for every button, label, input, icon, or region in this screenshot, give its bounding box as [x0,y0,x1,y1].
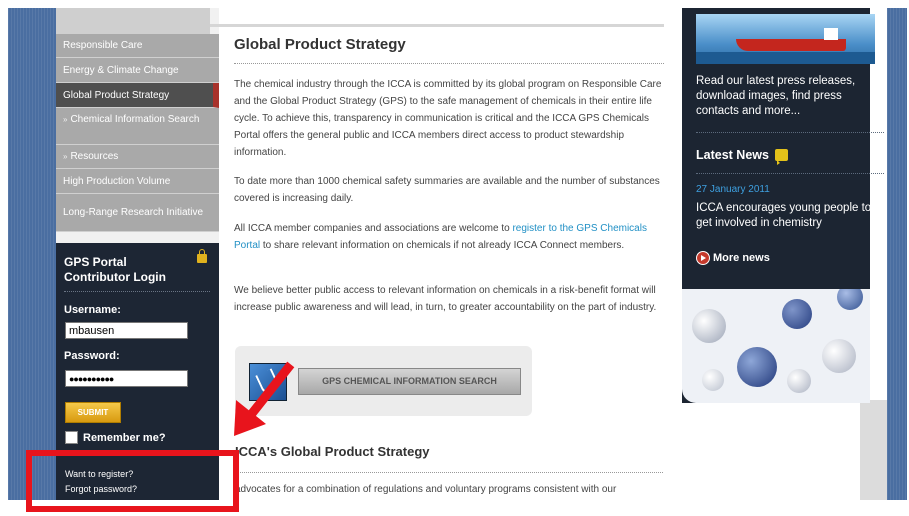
lock-icon [197,249,207,263]
sea [696,52,875,64]
sidebar-header [56,8,210,34]
login-title: GPS Portal Contributor Login [64,255,166,285]
annotation-arrow [234,361,295,436]
remember-checkbox[interactable] [65,431,78,444]
gps-search-button[interactable]: GPS CHEMICAL INFORMATION SEARCH [298,368,521,395]
arrow-shaft [243,361,295,423]
paragraph-text: All ICCA member companies and associatio… [234,223,513,234]
content-gutter [664,8,682,500]
nav-item-responsible-care[interactable]: Responsible Care [56,34,219,58]
submit-button[interactable]: SUBMIT [65,402,121,423]
ship-image[interactable] [696,14,875,64]
atom [692,309,726,343]
login-title-line2: Contributor Login [64,270,166,284]
username-field[interactable] [65,322,188,339]
background-stripe-right [887,8,907,500]
arrow-circle-icon [696,251,710,265]
paragraph-intro: The chemical industry through the ICCA i… [234,79,662,158]
speech-bubble-icon [774,149,788,165]
section-heading: ICCA's Global Product Strategy [235,444,663,473]
password-label: Password: [64,350,120,362]
annotation-highlight-box [26,450,239,512]
nav-item-global-product-strategy[interactable]: Global Product Strategy [56,83,219,108]
nav-item-chemical-info-search[interactable]: » Chemical Information Search [56,108,219,145]
paragraph-summaries: To date more than 1000 chemical safety s… [234,176,660,204]
chevron-right-icon: » [63,152,68,161]
latest-news-heading: Latest News [696,148,788,165]
password-field[interactable]: ●●●●●●●●●● [65,370,188,387]
atom [822,339,856,373]
nav-item-resources[interactable]: » Resources [56,145,219,169]
divider [64,291,210,292]
ship-deck [824,28,838,40]
paragraph-register: All ICCA member companies and associatio… [234,220,664,254]
nav-item-energy-climate[interactable]: Energy & Climate Change [56,58,219,83]
paragraph-text: to share relevant information on chemica… [260,240,625,251]
latest-news-label: Latest News [696,148,769,162]
nav-item-label: Resources [70,151,119,162]
atom [837,289,863,310]
ship-hull [736,39,846,51]
nav-item-label: Global Product Strategy [63,89,170,101]
divider [696,173,884,174]
news-date: 27 January 2011 [696,184,770,195]
remember-me[interactable]: Remember me? [65,431,166,444]
more-news-link[interactable]: More news [696,251,770,265]
page-title: Global Product Strategy [234,36,664,64]
main-content: Global Product Strategy The chemical ind… [234,36,664,313]
nav-item-label: Energy & Climate Change [63,64,179,76]
news-headline[interactable]: ICCA encourages young people to get invo… [696,201,886,231]
atom [702,369,724,391]
chevron-right-icon: » [63,115,68,124]
username-label: Username: [64,304,121,316]
login-title-line1: GPS Portal [64,255,127,269]
more-news-label: More news [713,252,770,264]
sidebar-nav: Responsible Care Energy & Climate Change… [56,34,219,232]
atom [787,369,811,393]
nav-item-label: High Production Volume [63,175,171,187]
remember-label: Remember me? [83,431,166,444]
press-text[interactable]: Read our latest press releases, download… [696,74,876,119]
nav-item-label: Responsible Care [63,40,143,51]
nav-item-label: Chemical Information Search [70,114,200,125]
nav-item-lri[interactable]: Long-Range Research Initiative [56,194,219,232]
atom [782,299,812,329]
nav-item-label: Long-Range Research Initiative [63,206,204,218]
atom [737,347,777,387]
divider [696,132,884,133]
nav-item-hpv[interactable]: High Production Volume [56,169,219,194]
page-edge [860,400,887,500]
paragraph-advocates: advocates for a combination of regulatio… [235,484,617,495]
background-stripe-left [8,8,56,500]
header-rule [210,24,682,27]
molecule-image [682,289,870,403]
paragraph-access: We believe better public access to relev… [234,285,657,313]
